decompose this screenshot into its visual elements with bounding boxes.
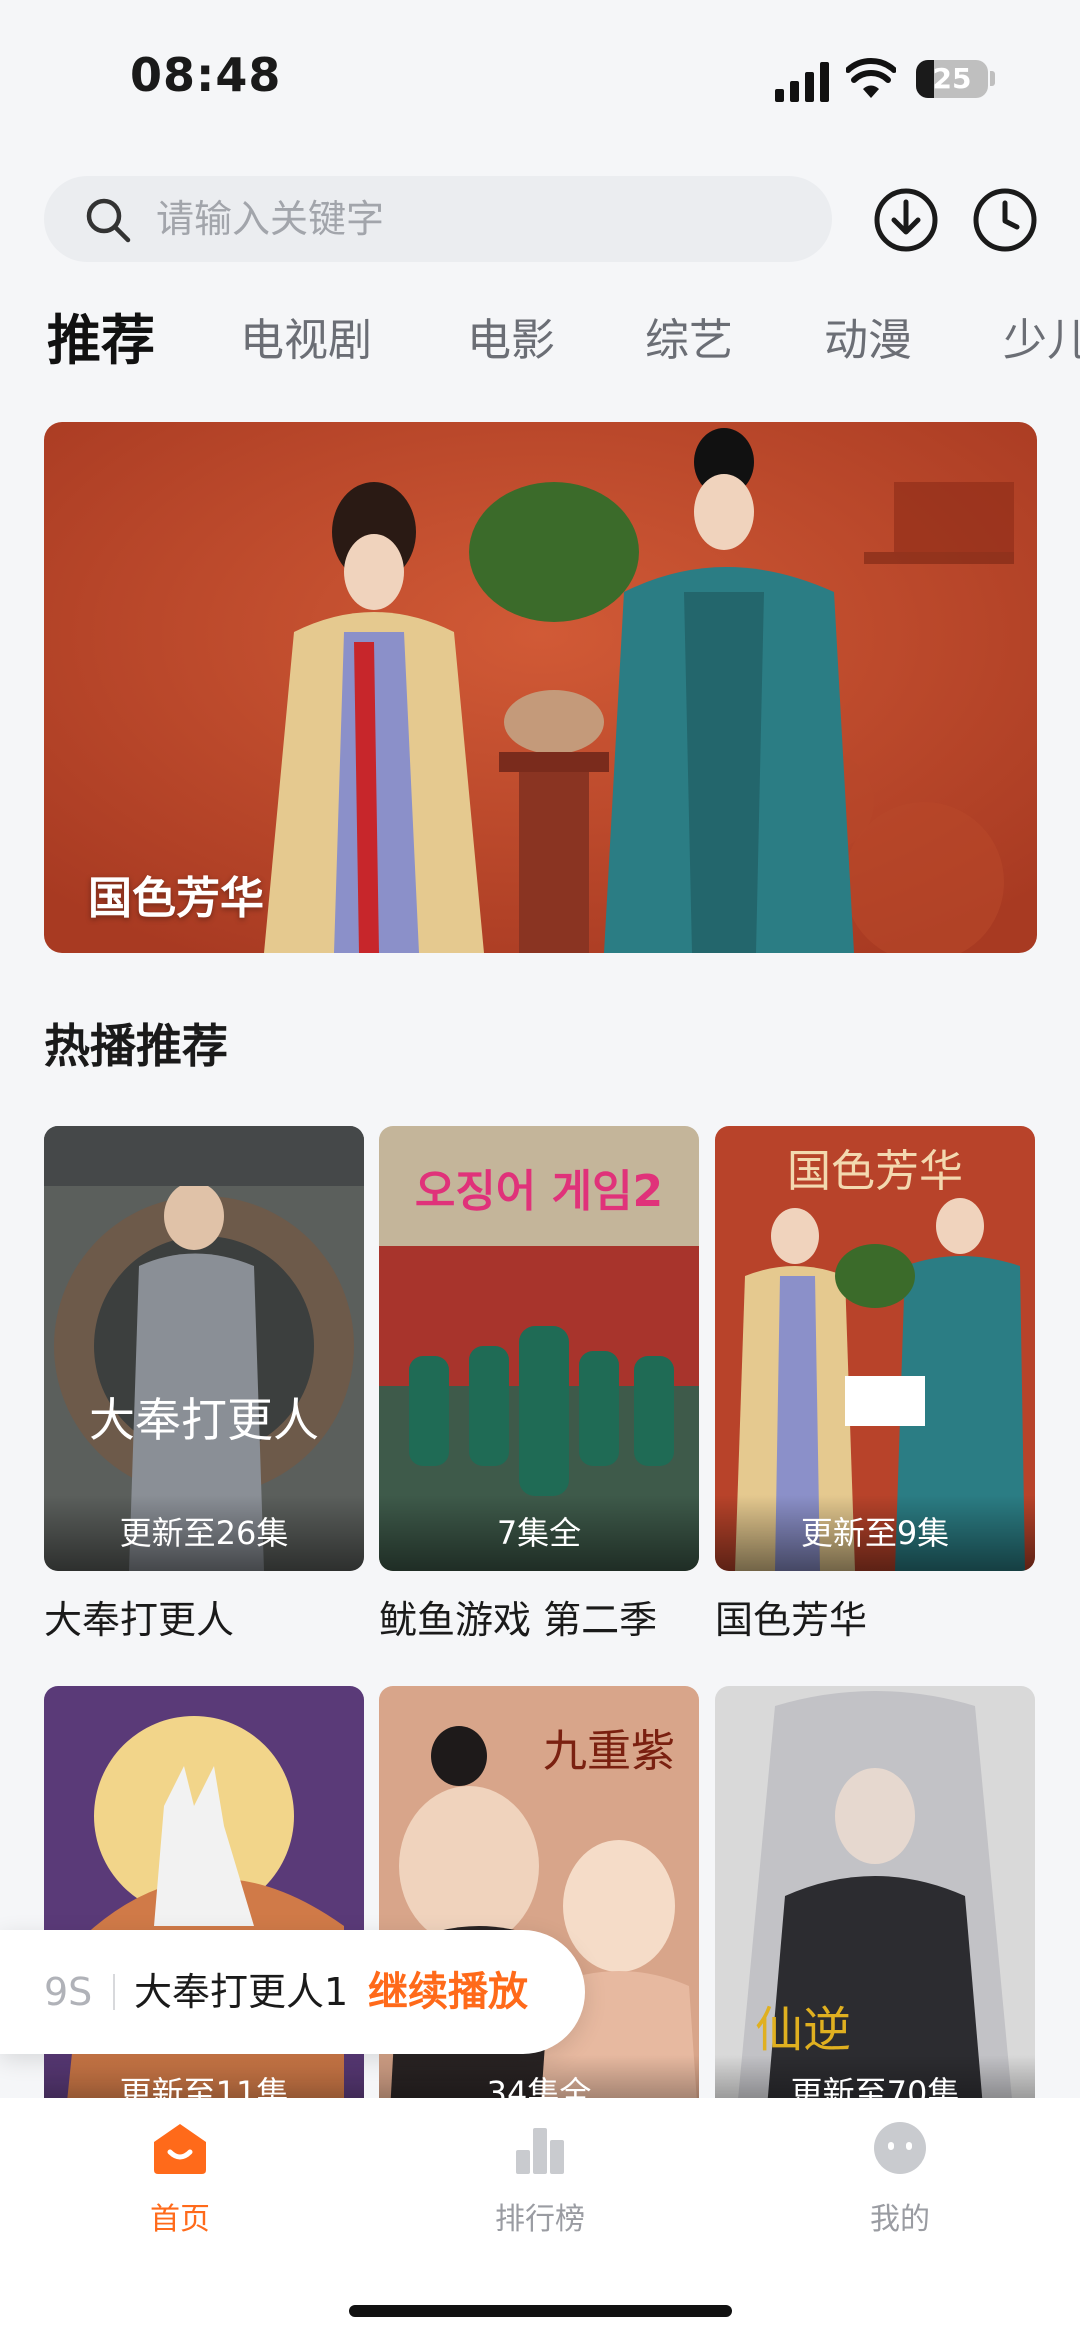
episode-badge: 更新至26集 [44, 1495, 364, 1571]
search-icon [86, 198, 131, 243]
tab-tv-series[interactable]: 电视剧 [240, 296, 372, 386]
card-guoseфanghua[interactable]: 国色芳华 更新至9集 国色芳华 [715, 1126, 1035, 1644]
signal-icon [775, 62, 829, 102]
search-input[interactable]: 请输入关键字 [44, 176, 832, 262]
resume-title: 大奉打更人1 [134, 1970, 349, 2014]
card-title: 大奉打更人 [44, 1598, 235, 1642]
card-title: 国色芳华 [715, 1598, 868, 1642]
battery-level: 25 [932, 62, 972, 95]
poster-dafeng: 大奉打更人 更新至26集 [44, 1126, 364, 1571]
divider [113, 1974, 115, 2010]
banner-title: 国色芳华 [88, 873, 264, 924]
search-placeholder: 请输入关键字 [156, 197, 385, 241]
tabbar-ranking[interactable]: 排行榜 [440, 2120, 640, 2238]
poster-text: 仙逆 [755, 2002, 851, 2058]
poster-text: 오징어 게임2 [415, 1166, 663, 1217]
tab-recommend[interactable]: 推荐 [47, 296, 155, 386]
poster-text: 大奉打更人 [89, 1393, 319, 1447]
continue-play-button[interactable]: 继续播放 [368, 1930, 528, 2054]
episode-badge: 更新至9集 [715, 1495, 1035, 1571]
card-title: 鱿鱼游戏 第二季 [379, 1598, 658, 1642]
poster-anime-deer: 更新至11集 [44, 1686, 364, 2131]
poster-jiuchongzi: 九重紫 34集全 [379, 1686, 699, 2131]
tabbar-label: 首页 [150, 2202, 210, 2237]
episode-badge: 7集全 [379, 1495, 699, 1571]
card-squid-game[interactable]: 오징어 게임2 7集全 鱿鱼游戏 第二季 [379, 1126, 699, 1644]
status-bar: 08:48 25 [0, 0, 1080, 110]
tab-movies[interactable]: 电影 [467, 296, 555, 386]
card-xianni[interactable]: 仙逆 更新至70集 [715, 1686, 1035, 2131]
tab-kids[interactable]: 少儿 [1003, 296, 1080, 386]
poster-squid-game: 오징어 게임2 7集全 [379, 1126, 699, 1571]
tabbar-label: 排行榜 [495, 2202, 585, 2237]
download-icon[interactable] [873, 187, 939, 253]
resume-prev-text: 9S [44, 1970, 93, 2014]
wifi-icon [846, 58, 896, 98]
tabbar-label: 我的 [870, 2202, 930, 2237]
profile-icon [874, 2122, 926, 2174]
tab-anime[interactable]: 动漫 [824, 296, 912, 386]
card-dafeng[interactable]: 大奉打更人 更新至26集 大奉打更人 [44, 1126, 364, 1644]
ranking-icon [516, 2128, 564, 2174]
poster-xianni: 仙逆 更新至70集 [715, 1686, 1035, 2131]
category-tabs: 推荐 电视剧 电影 综艺 动漫 少儿 [0, 296, 1080, 386]
tab-variety[interactable]: 综艺 [645, 296, 733, 386]
home-indicator [349, 2305, 732, 2317]
card-anime-deer[interactable]: 更新至11集 [44, 1686, 364, 2131]
tabbar-profile[interactable]: 我的 [800, 2120, 1000, 2238]
resume-playback-bar[interactable]: 9S 大奉打更人1 继续播放 [0, 1930, 585, 2054]
tabbar-home[interactable]: 首页 [80, 2120, 280, 2238]
card-jiuchongzi[interactable]: 九重紫 34集全 [379, 1686, 699, 2131]
status-time: 08:48 [130, 48, 282, 102]
section-title: 热播推荐 [44, 1019, 228, 1073]
poster-guosefanghua: 国色芳华 更新至9集 [715, 1126, 1035, 1571]
poster-text: 九重紫 [543, 1726, 675, 1777]
battery-cap [990, 71, 995, 86]
history-icon[interactable] [972, 187, 1038, 253]
featured-banner[interactable]: 国色芳华 [44, 422, 1037, 953]
poster-text: 国色芳华 [787, 1146, 963, 1197]
battery-icon: 25 [916, 60, 988, 98]
home-icon [154, 2124, 206, 2174]
